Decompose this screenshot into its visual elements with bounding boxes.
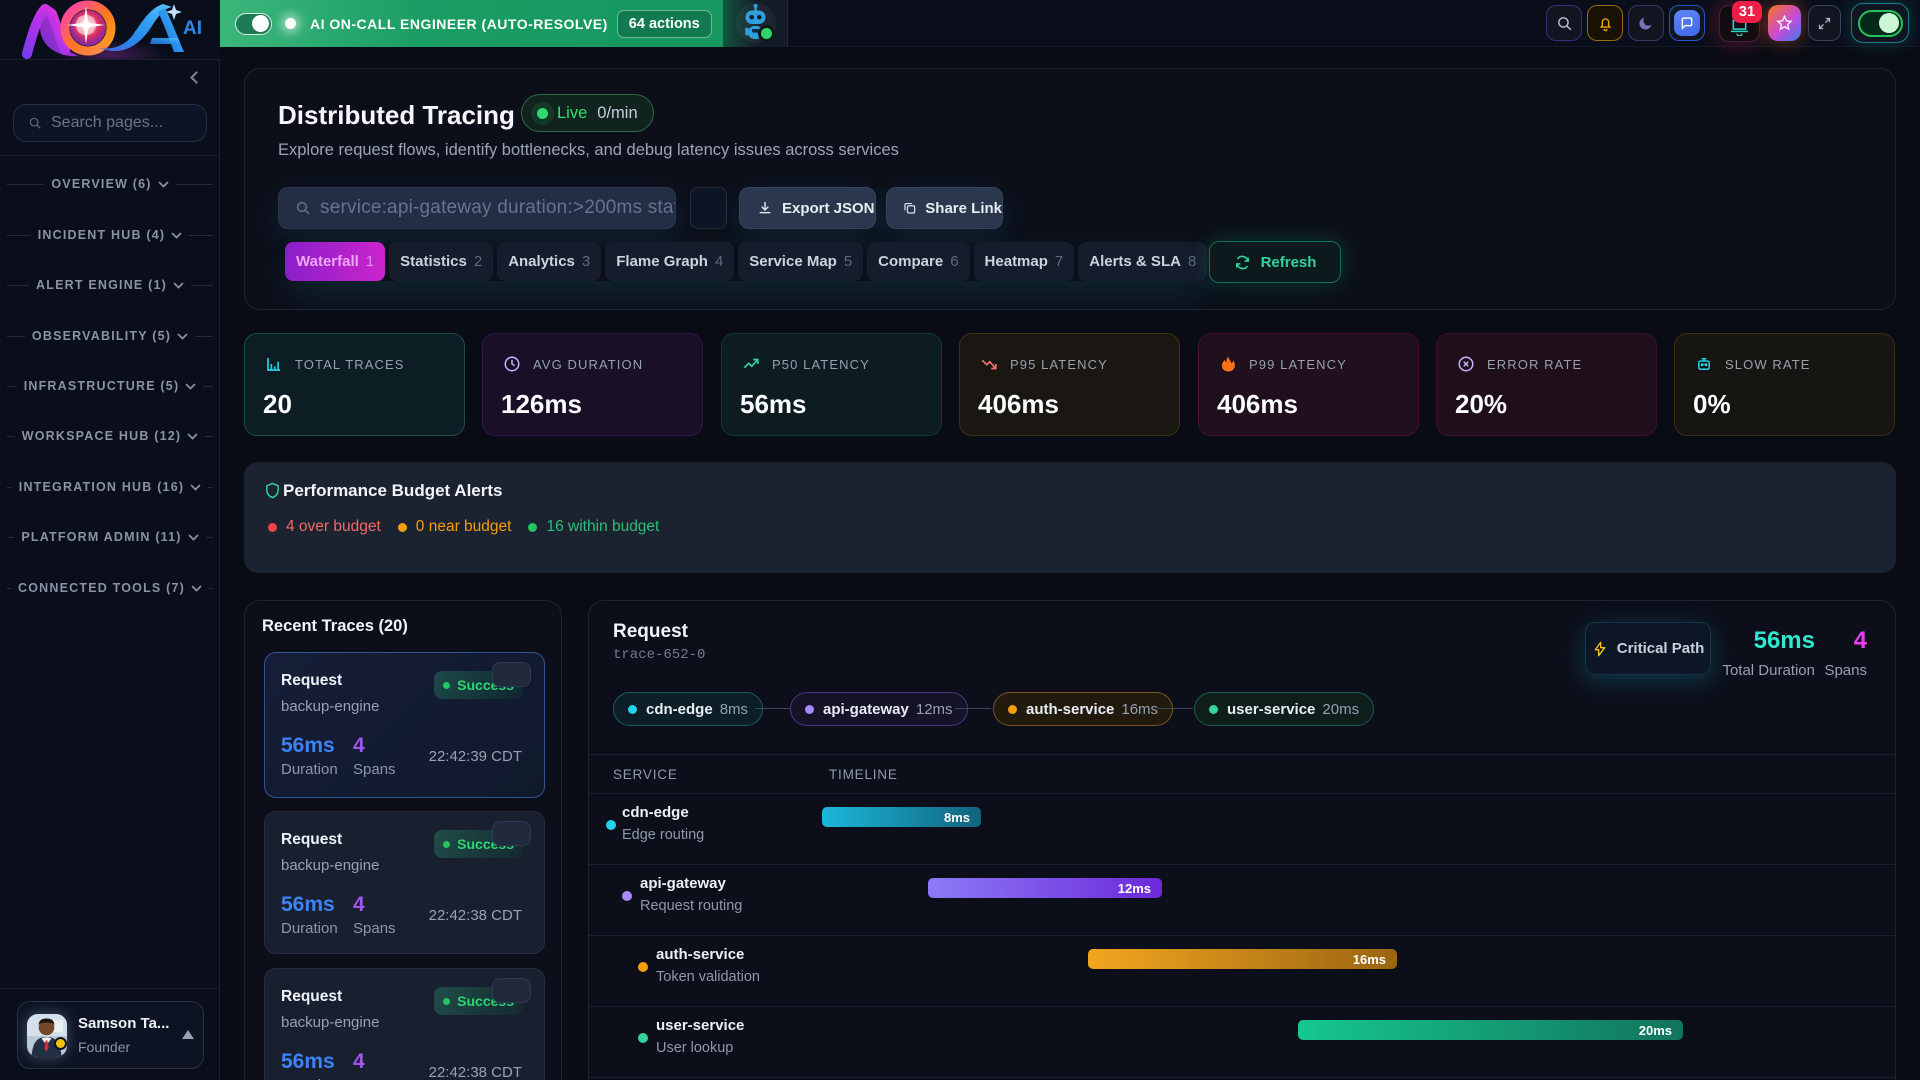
- svg-text:AI: AI: [183, 18, 202, 39]
